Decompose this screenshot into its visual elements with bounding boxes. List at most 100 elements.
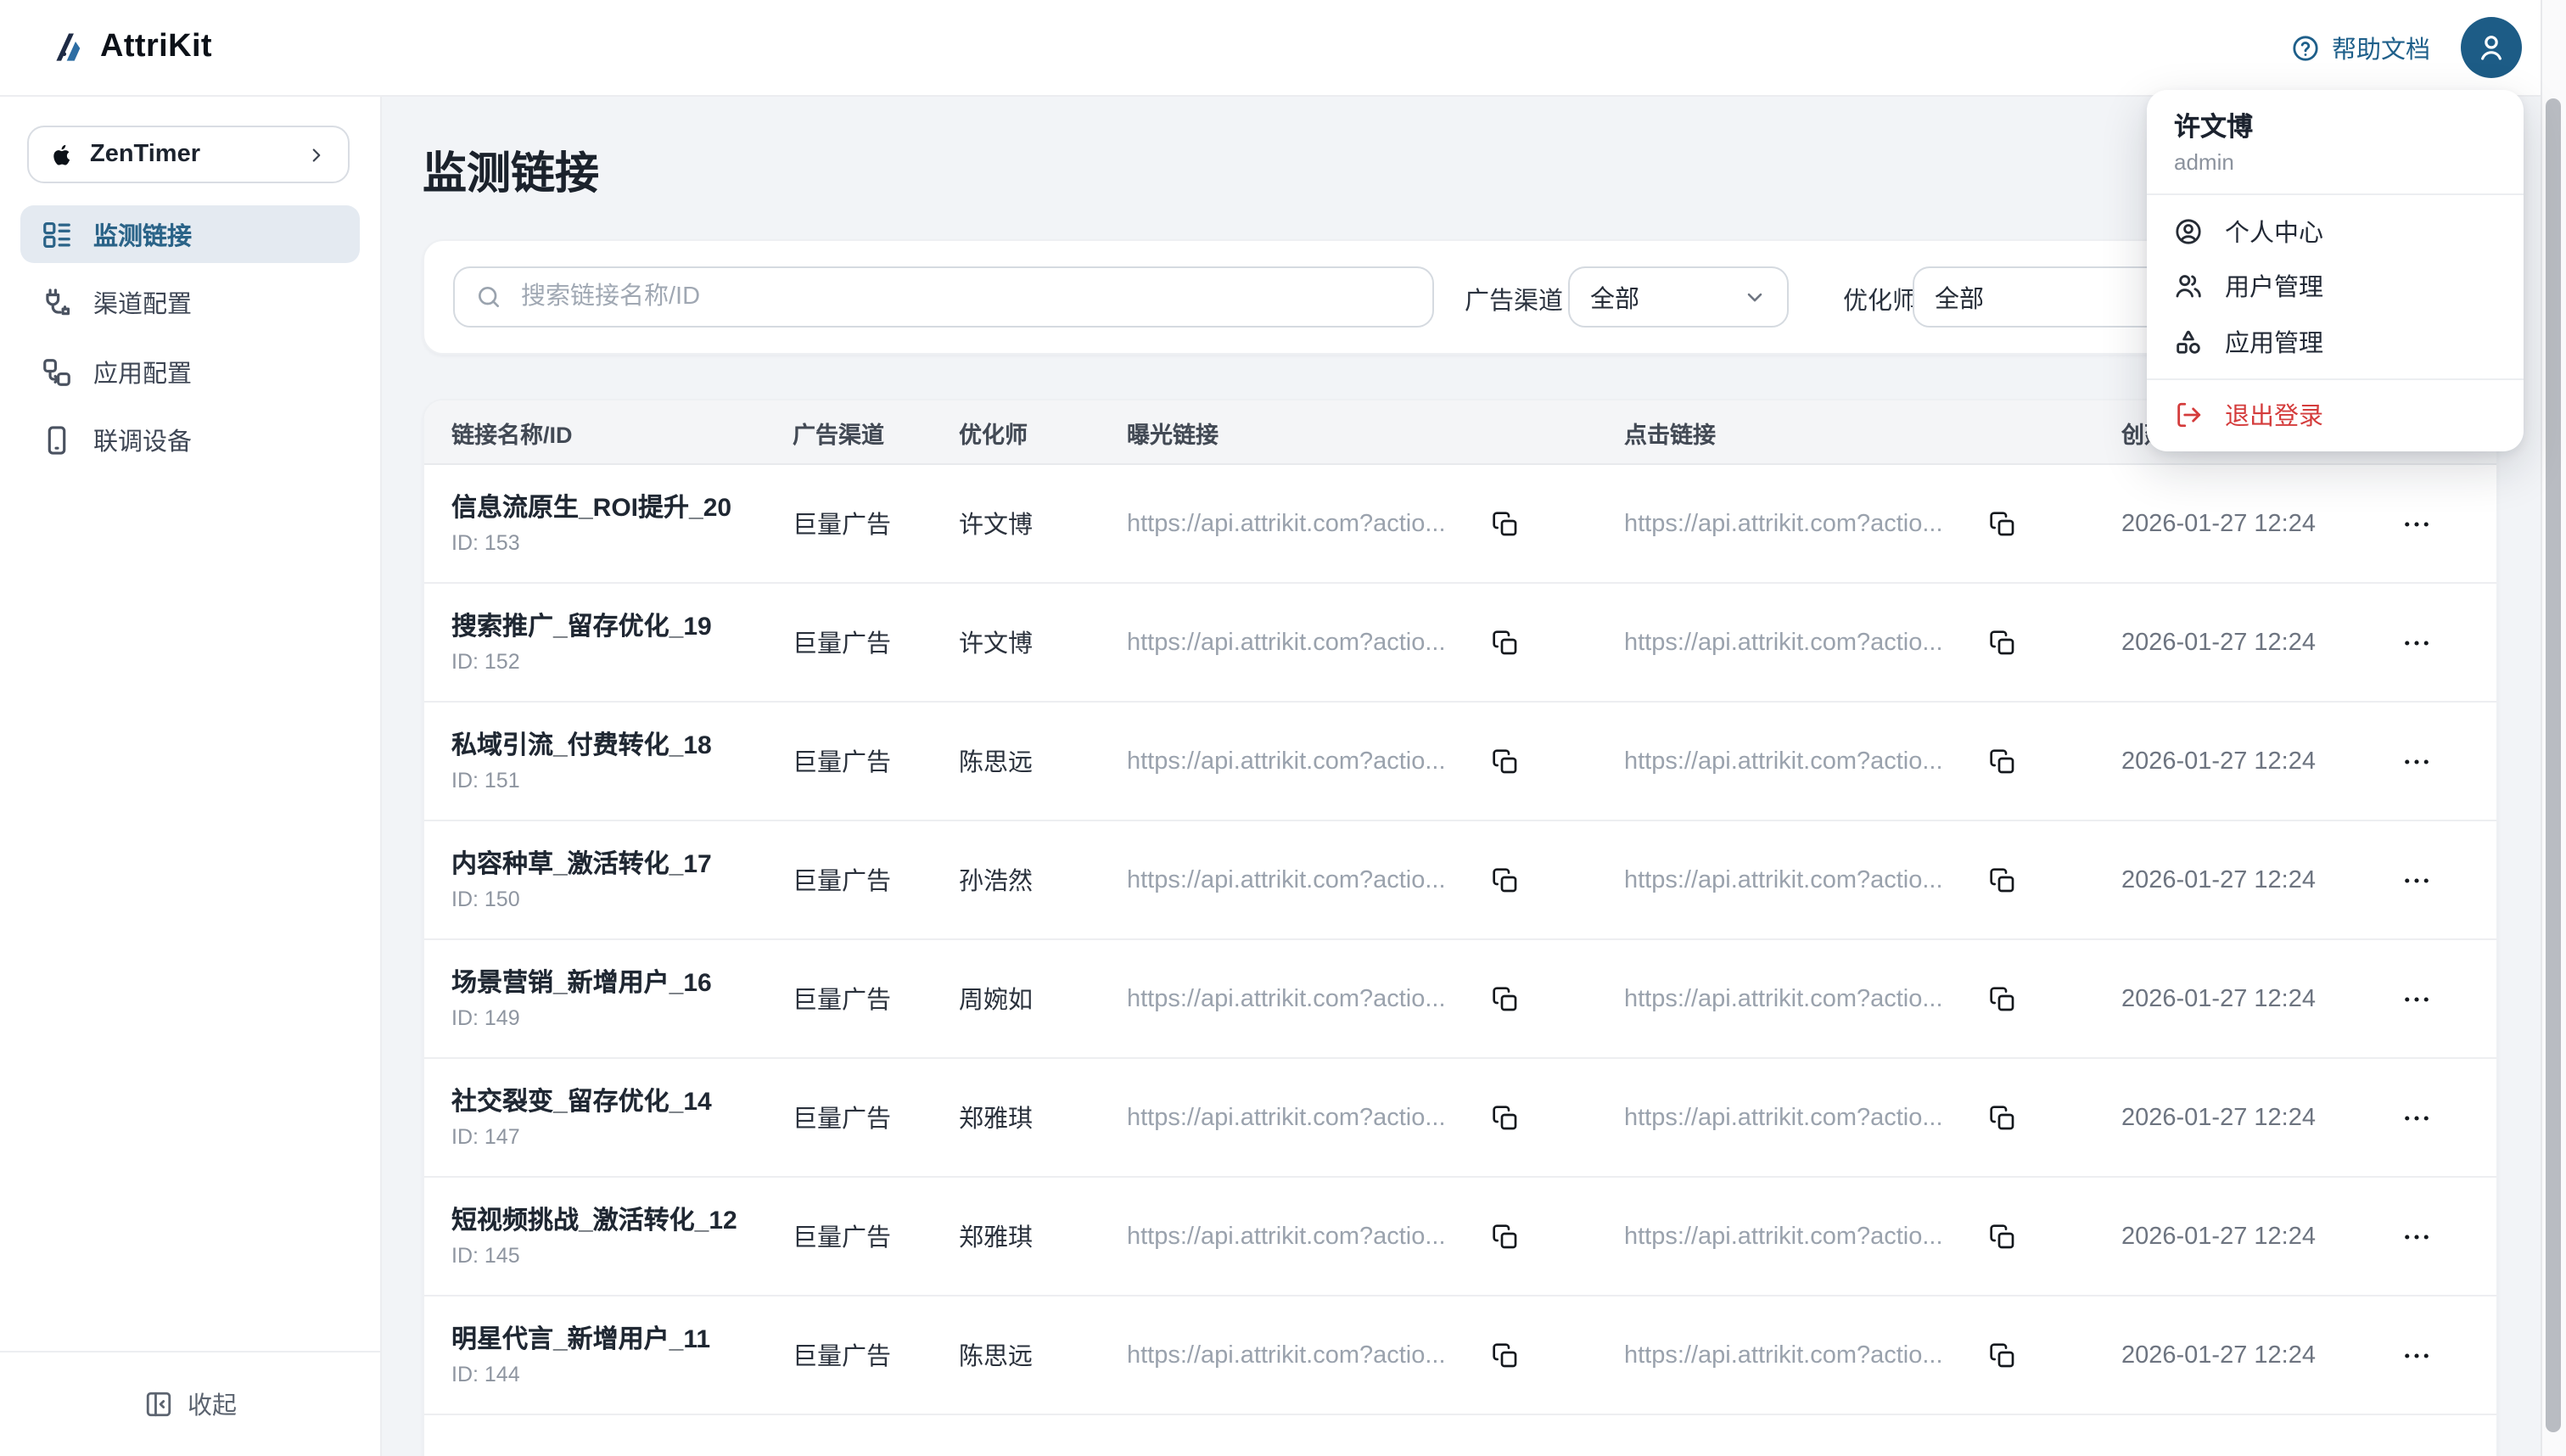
copy-icon[interactable] [1989, 510, 2016, 537]
menu-item-label: 个人中心 [2225, 214, 2323, 249]
copy-icon[interactable] [1492, 1223, 1519, 1250]
link-name-cell: 信息流原生_ROI提升_20 ID: 153 [451, 465, 782, 582]
exposure-url: https://api.attrikit.com?actio... [1127, 866, 1476, 893]
user-avatar-button[interactable] [2461, 17, 2522, 78]
link-name[interactable]: 搜索推广_留存优化_19 [451, 610, 712, 642]
link-name[interactable]: 短视频挑战_激活转化_12 [451, 1204, 737, 1236]
click-url: https://api.attrikit.com?actio... [1624, 866, 1974, 893]
optimizer-cell: 许文博 [959, 584, 1033, 701]
row-actions-button[interactable] [2401, 865, 2432, 895]
window-scrollbar[interactable] [2541, 0, 2566, 1456]
link-id: ID: 152 [451, 647, 520, 675]
search-input[interactable] [518, 282, 1412, 312]
row-actions-button[interactable] [2401, 746, 2432, 776]
copy-icon[interactable] [1492, 748, 1519, 775]
copy-icon[interactable] [1989, 1104, 2016, 1131]
copy-icon[interactable] [1989, 1223, 2016, 1250]
created-time-cell: 2026-01-27 12:24 [2121, 940, 2316, 1057]
copy-icon[interactable] [1989, 985, 2016, 1012]
table-body: 信息流原生_ROI提升_20 ID: 153 巨量广告 许文博 https://… [424, 465, 2496, 1456]
menu-item-logout[interactable]: 退出登录 [2147, 388, 2524, 443]
app-switcher-button[interactable]: ZenTimer [27, 126, 350, 183]
sidebar-item-debug-devices[interactable]: 联调设备 [20, 412, 360, 469]
row-actions-button[interactable] [2401, 1340, 2432, 1370]
click-link-cell: https://api.attrikit.com?actio... [1624, 584, 2016, 701]
exposure-link-cell: https://api.attrikit.com?actio... [1127, 1415, 1519, 1456]
help-docs-label: 帮助文档 [2332, 30, 2430, 65]
row-actions-button[interactable] [2401, 627, 2432, 658]
link-name[interactable]: 内容种草_激活转化_17 [451, 848, 712, 880]
copy-icon[interactable] [1492, 510, 1519, 537]
menu-item-profile[interactable]: 个人中心 [2147, 204, 2524, 259]
channel-cell: 巨量广告 [793, 584, 891, 701]
header-link-name: 链接名称/ID [451, 400, 573, 463]
panel-collapse-icon [143, 1390, 172, 1419]
sidebar-item-channel-config[interactable]: 渠道配置 [20, 274, 360, 332]
link-name[interactable]: 场景营销_新增用户_16 [451, 966, 712, 999]
layout-list-icon [41, 218, 73, 250]
shapes-icon [2174, 328, 2203, 356]
copy-icon[interactable] [1989, 1341, 2016, 1369]
copy-icon[interactable] [1989, 866, 2016, 893]
sidebar-collapse-button[interactable]: 收起 [143, 1386, 237, 1422]
user-role: admin [2174, 149, 2496, 175]
channel-filter-select[interactable]: 全部 [1568, 266, 1789, 328]
copy-icon[interactable] [1989, 629, 2016, 656]
link-name[interactable]: 明星代言_新增用户_11 [451, 1323, 710, 1355]
link-id: ID: 147 [451, 1123, 520, 1150]
user-menu-header: 许文博 admin [2147, 90, 2524, 193]
optimizer-cell: 孙浩然 [959, 821, 1033, 938]
sidebar-item-app-config[interactable]: 应用配置 [20, 343, 360, 400]
click-url: https://api.attrikit.com?actio... [1624, 1223, 1974, 1250]
actions-cell [2401, 940, 2432, 1057]
exposure-url: https://api.attrikit.com?actio... [1127, 748, 1476, 775]
help-docs-link[interactable]: 帮助文档 [2291, 30, 2430, 65]
copy-icon[interactable] [1492, 1341, 1519, 1369]
row-actions-button[interactable] [2401, 983, 2432, 1014]
exposure-link-cell: https://api.attrikit.com?actio... [1127, 1059, 1519, 1176]
sidebar: ZenTimer 监测链接 渠道配置 应 [0, 95, 382, 1456]
search-box [453, 266, 1434, 328]
copy-icon[interactable] [1492, 1104, 1519, 1131]
app-switcher-name: ZenTimer [90, 141, 290, 168]
actions-cell [2401, 821, 2432, 938]
menu-item-user-management[interactable]: 用户管理 [2147, 259, 2524, 314]
channel-filter-label: 广告渠道 [1465, 241, 1563, 356]
link-name[interactable]: 私域引流_付费转化_18 [451, 729, 712, 761]
click-link-cell: https://api.attrikit.com?actio... [1624, 821, 2016, 938]
click-link-cell: https://api.attrikit.com?actio... [1624, 465, 2016, 582]
header-exposure-link: 曝光链接 [1127, 400, 1219, 463]
menu-item-label: 用户管理 [2225, 269, 2323, 305]
sidebar-footer: 收起 [0, 1351, 380, 1456]
link-id: ID: 145 [451, 1241, 520, 1268]
link-name[interactable]: 社交裂变_留存优化_14 [451, 1085, 712, 1117]
row-actions-button[interactable] [2401, 1221, 2432, 1252]
brand-logo[interactable]: AttriKit [51, 0, 212, 95]
channel-cell: 巨量广告 [793, 821, 891, 938]
links-table-card: 链接名称/ID 广告渠道 优化师 曝光链接 点击链接 创建时间 操作 信息流原生… [423, 399, 2498, 1456]
copy-icon[interactable] [1492, 985, 1519, 1012]
copy-icon[interactable] [1492, 866, 1519, 893]
actions-cell [2401, 1059, 2432, 1176]
channel-cell: 巨量广告 [793, 1415, 891, 1456]
exposure-url: https://api.attrikit.com?actio... [1127, 1223, 1476, 1250]
optimizer-cell: 陈思远 [959, 703, 1033, 820]
link-name[interactable]: 信息流原生_ROI提升_20 [451, 491, 731, 524]
row-actions-button[interactable] [2401, 508, 2432, 539]
link-name-cell: 搜索推广_留存优化_19 ID: 152 [451, 584, 782, 701]
chevron-right-icon [305, 143, 328, 165]
created-time-cell: 2026-01-27 12:24 [2121, 821, 2316, 938]
row-actions-button[interactable] [2401, 1102, 2432, 1133]
copy-icon[interactable] [1989, 748, 2016, 775]
scrollbar-thumb[interactable] [2546, 98, 2561, 1432]
channel-cell: 巨量广告 [793, 940, 891, 1057]
sidebar-item-monitor-links[interactable]: 监测链接 [20, 205, 360, 263]
menu-item-app-management[interactable]: 应用管理 [2147, 314, 2524, 369]
click-link-cell: https://api.attrikit.com?actio... [1624, 703, 2016, 820]
menu-item-label: 应用管理 [2225, 324, 2323, 360]
copy-icon[interactable] [1492, 629, 1519, 656]
sidebar-item-label: 联调设备 [93, 423, 192, 458]
link-name-cell: 私域引流_付费转化_18 ID: 151 [451, 703, 782, 820]
link-id: ID: 151 [451, 766, 520, 793]
exposure-link-cell: https://api.attrikit.com?actio... [1127, 1296, 1519, 1414]
